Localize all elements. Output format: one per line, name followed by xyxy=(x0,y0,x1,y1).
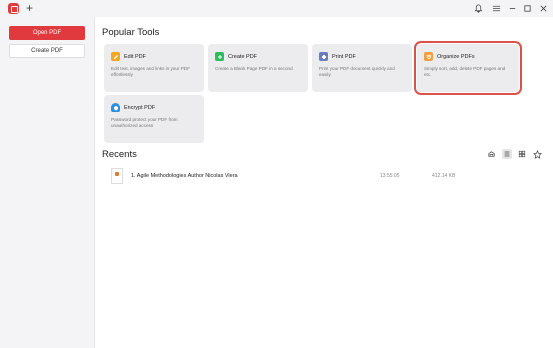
tool-title: Create PDF xyxy=(228,53,258,60)
cloud-icon[interactable] xyxy=(486,149,496,159)
notification-bell-icon[interactable] xyxy=(472,2,484,14)
tool-description: Password protect your PDF from unauthori… xyxy=(111,117,178,128)
file-time: 13:55:05 xyxy=(380,173,400,179)
close-icon[interactable] xyxy=(537,2,549,14)
sidebar: Open PDF Create PDF xyxy=(0,17,95,348)
create-pdf-button[interactable]: Create PDF xyxy=(9,44,85,58)
tool-card-encrypt-pdf[interactable]: Encrypt PDF Password protect your PDF fr… xyxy=(104,95,204,143)
tool-description: Print your PDF document quickly and easi… xyxy=(319,66,395,77)
organize-icon xyxy=(424,52,433,61)
minimize-icon[interactable] xyxy=(506,2,518,14)
recent-file-row[interactable]: 1. Agile Methodologies Author Nicolas Vi… xyxy=(103,167,543,187)
edit-icon xyxy=(111,52,120,61)
tool-card-create-pdf[interactable]: Create PDF Create a Blank Page PDF in a … xyxy=(208,44,308,92)
list-view-icon[interactable] xyxy=(502,149,512,159)
file-name: 1. Agile Methodologies Author Nicolas Vi… xyxy=(131,173,238,179)
open-pdf-button[interactable]: Open PDF xyxy=(9,26,85,40)
tool-title: Encrypt PDF xyxy=(124,104,156,111)
tool-description: Create a Blank Page PDF in a second xyxy=(215,66,293,71)
star-icon[interactable] xyxy=(532,149,542,159)
maximize-icon[interactable] xyxy=(521,2,533,14)
popular-tools-title: Popular Tools xyxy=(102,27,160,38)
app-logo-icon xyxy=(8,3,19,14)
print-icon xyxy=(319,52,328,61)
tool-card-organize-pdfs[interactable]: Organize PDFs Simply sort, add, delete P… xyxy=(414,41,522,95)
create-icon xyxy=(215,52,224,61)
tool-title: Print PDF xyxy=(332,53,356,60)
tool-title: Organize PDFs xyxy=(437,53,475,60)
tool-title: Edit PDF xyxy=(124,53,147,60)
pdf-file-icon xyxy=(111,168,123,184)
tool-description: Simply sort, add, delete PDF pages and e… xyxy=(424,66,506,77)
tool-card-edit-pdf[interactable]: Edit PDF Edit text, images and links in … xyxy=(104,44,204,92)
recents-title: Recents xyxy=(102,149,137,160)
encrypt-icon xyxy=(111,103,120,112)
tool-description: Edit text, images and links in your PDF … xyxy=(111,66,190,77)
file-size: 412.14 KB xyxy=(432,173,456,179)
menu-icon[interactable] xyxy=(490,2,502,14)
grid-view-icon[interactable] xyxy=(517,149,527,159)
main-content: Popular Tools Edit PDF Edit text, images… xyxy=(95,17,553,348)
new-tab-button[interactable]: + xyxy=(26,1,33,15)
tool-card-print-pdf[interactable]: Print PDF Print your PDF document quickl… xyxy=(312,44,412,92)
title-bar: + xyxy=(0,0,553,17)
